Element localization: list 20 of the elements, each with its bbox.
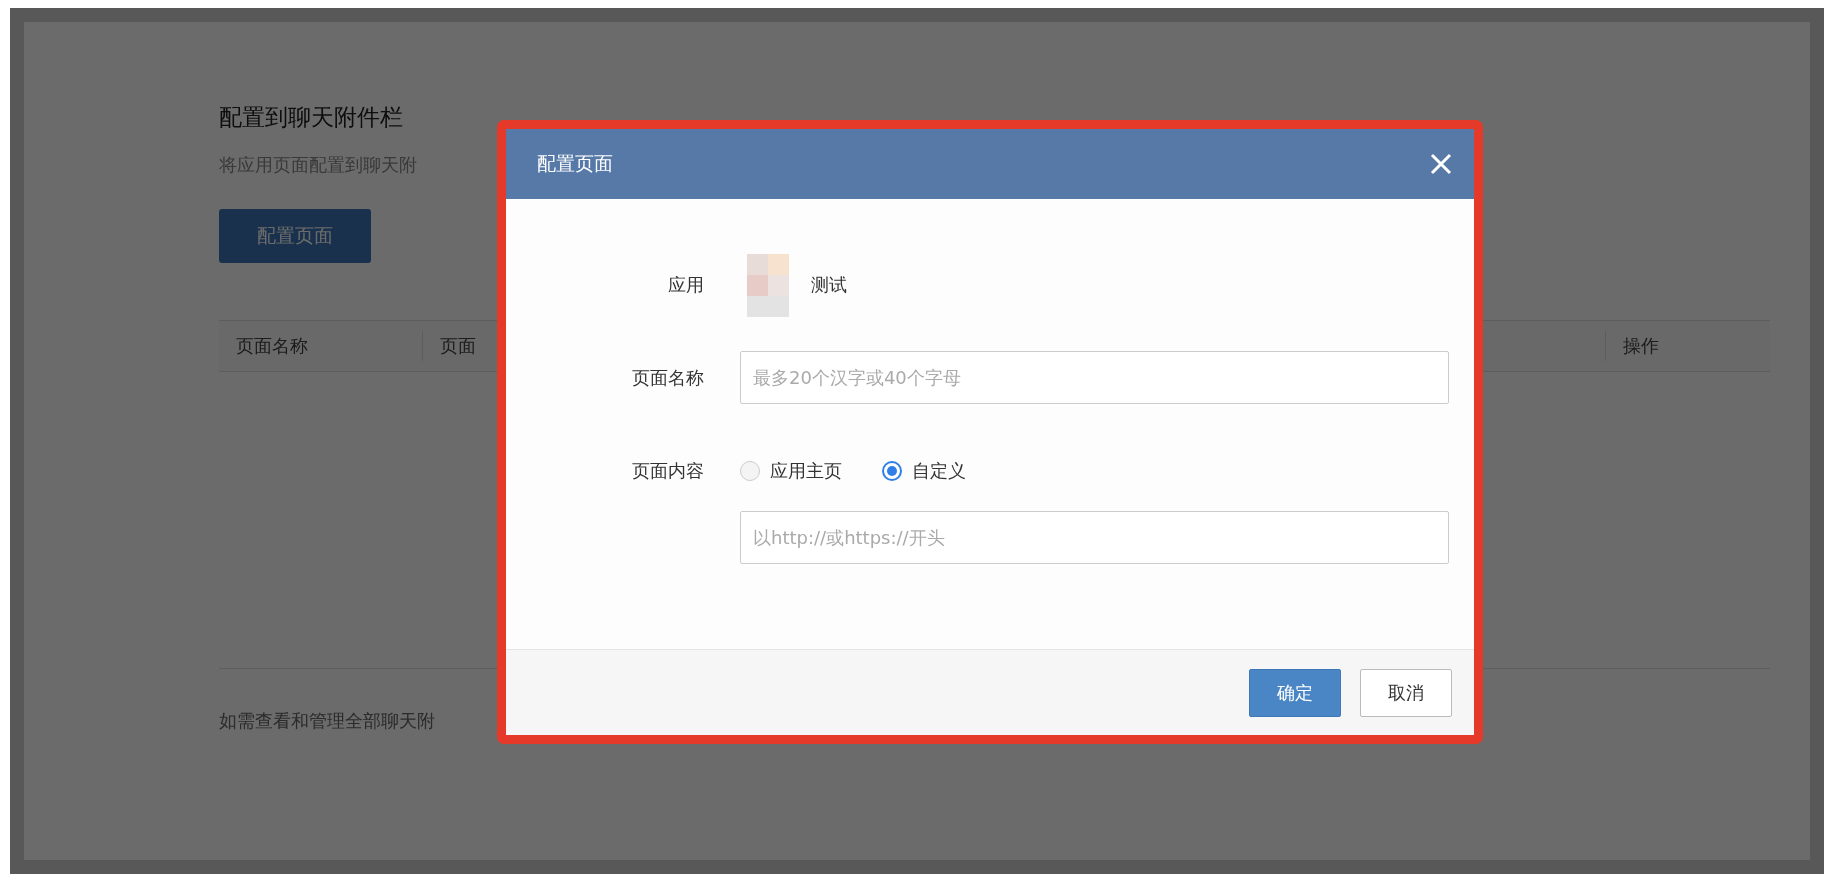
- confirm-button[interactable]: 确定: [1249, 668, 1341, 717]
- cancel-button[interactable]: 取消: [1360, 668, 1452, 717]
- url-field[interactable]: 以http://或https://开头: [740, 511, 1449, 564]
- app-icon: [747, 253, 789, 317]
- option-label[interactable]: 应用主页: [770, 459, 842, 483]
- footer-note: 如需查看和管理全部聊天附: [219, 709, 436, 733]
- radio-button[interactable]: [882, 461, 902, 481]
- option-label[interactable]: 自定义: [912, 459, 966, 483]
- column-header: 操作: [1623, 335, 1659, 356]
- column-header: 页面: [440, 335, 476, 356]
- page-name-field[interactable]: 最多20个汉字或40个字母: [740, 351, 1449, 404]
- dialog-title: 配置页面: [537, 151, 613, 176]
- radio-button[interactable]: [740, 461, 760, 481]
- section-title: 配置到聊天附件栏: [219, 103, 404, 132]
- app-name: 测试: [811, 273, 847, 297]
- field-label: 页面内容: [632, 459, 704, 483]
- close-icon[interactable]: [1430, 153, 1452, 175]
- column-header: 页面名称: [236, 335, 308, 356]
- field-label: 应用: [668, 273, 704, 297]
- field-label: 页面名称: [632, 365, 704, 390]
